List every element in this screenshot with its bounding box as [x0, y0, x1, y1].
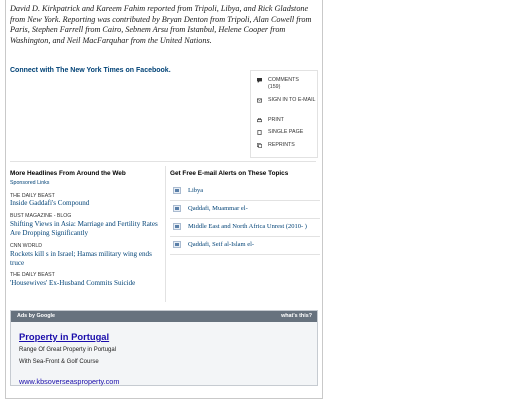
- ad-url-link[interactable]: www.kbsoverseasproperty.com: [19, 377, 119, 386]
- comment-icon: [257, 78, 262, 83]
- headline-source: CNN WORLD: [10, 243, 42, 249]
- alert-topic-row[interactable]: Middle East and North Africa Unrest (201…: [170, 219, 320, 237]
- headline-source: BUST MAGAZINE - BLOG: [10, 213, 72, 219]
- alert-topic-link[interactable]: Qaddafi, Seif al-Islam el-: [188, 241, 254, 248]
- article-tools-panel: COMMENTS (159) SIGN IN TO E-MAIL PRINT SI…: [250, 70, 318, 158]
- email-alert-icon[interactable]: [173, 223, 181, 230]
- headline-source: THE DAILY BEAST: [10, 272, 55, 278]
- alert-topic-row[interactable]: Qaddafi, Seif al-Islam el-: [170, 237, 320, 255]
- ad-description-line: Range Of Great Property in Portugal: [19, 347, 117, 353]
- alert-topic-link[interactable]: Middle East and North Africa Unrest (201…: [188, 223, 307, 230]
- column-divider: [165, 166, 166, 302]
- headline-link[interactable]: Rockets kill s in Israel; Hamas military…: [10, 250, 160, 267]
- printer-icon: [257, 118, 262, 123]
- alerts-heading: Get Free E-mail Alerts on These Topics: [170, 170, 289, 177]
- google-ads-box: Ads by Google what's this? Property in P…: [10, 310, 318, 386]
- single-page-label: SINGLE PAGE: [268, 129, 304, 135]
- ad-title-link[interactable]: Property in Portugal: [19, 331, 109, 342]
- reprints-label: REPRINTS: [268, 142, 295, 148]
- print-label: PRINT: [268, 117, 284, 123]
- reprints-icon: [257, 143, 262, 148]
- alert-topic-row[interactable]: Qaddafi, Muammar el-: [170, 201, 320, 219]
- envelope-icon: [257, 98, 262, 103]
- ad-description-line: With Sea-Front & Golf Course: [19, 359, 99, 365]
- email-alert-icon[interactable]: [173, 241, 181, 248]
- alert-topic-link[interactable]: Qaddafi, Muammar el-: [188, 205, 248, 212]
- email-label: SIGN IN TO E-MAIL: [268, 97, 316, 103]
- facebook-link[interactable]: Connect with The New York Times on Faceb…: [10, 67, 171, 74]
- email-alert-icon[interactable]: [173, 187, 181, 194]
- section-divider: [10, 161, 316, 162]
- reporting-credit: David D. Kirkpatrick and Kareem Fahim re…: [10, 4, 312, 45]
- email-alert-icon[interactable]: [173, 205, 181, 212]
- headline-link[interactable]: Shifting Views in Asia: Marriage and Fer…: [10, 220, 160, 237]
- sponsored-links-label[interactable]: Sponsored Links: [10, 180, 49, 186]
- ads-header-bar: Ads by Google what's this?: [11, 311, 317, 322]
- headlines-heading: More Headlines From Around the Web: [10, 170, 126, 177]
- alert-topic-row[interactable]: Libya: [170, 183, 320, 201]
- whats-this-link[interactable]: what's this?: [281, 313, 312, 319]
- comments-count: (159): [268, 84, 281, 90]
- alert-topic-link[interactable]: Libya: [188, 187, 203, 194]
- headline-link[interactable]: 'Housewives' Ex-Husband Commits Suicide: [10, 279, 160, 288]
- headline-link[interactable]: Inside Gaddafi's Compound: [10, 199, 160, 208]
- comments-label: COMMENTS: [268, 77, 299, 83]
- ads-by-google-label: Ads by Google: [17, 313, 56, 319]
- page-icon: [257, 130, 262, 135]
